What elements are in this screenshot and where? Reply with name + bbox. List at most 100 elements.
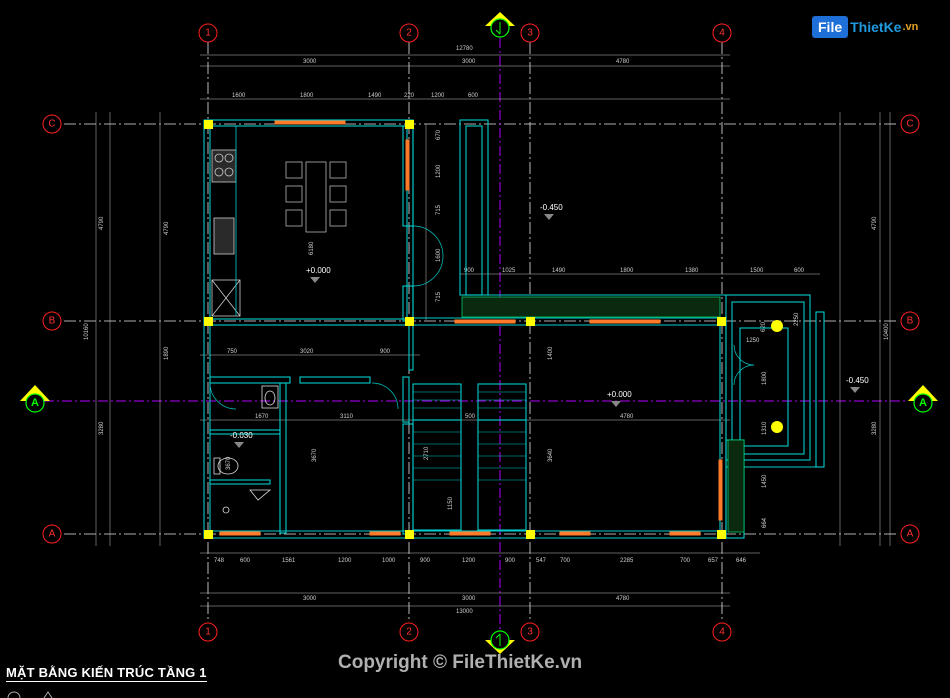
dim-top-axis: 3000 bbox=[303, 59, 317, 65]
dim-right-overall: 10400 bbox=[884, 323, 890, 340]
dim-left-part: 4790 bbox=[164, 221, 170, 235]
svg-text:A: A bbox=[919, 397, 927, 409]
level-label: +0.000 bbox=[306, 266, 331, 275]
drawing-title-text: MẶT BẰNG KIẾN TRÚC TẦNG 1 bbox=[6, 665, 207, 682]
dim-top-detail: 1490 bbox=[368, 93, 382, 99]
dim-bottom-detail: 657 bbox=[708, 558, 719, 564]
section-marker-right: A bbox=[908, 385, 938, 413]
dim-right-part: 3280 bbox=[872, 421, 878, 435]
dim-left-part: 1890 bbox=[164, 346, 170, 360]
dim-vertical: 3670 bbox=[312, 448, 318, 462]
section-lines bbox=[44, 38, 908, 640]
dim-mid-detail2: 4780 bbox=[620, 414, 634, 420]
axis-label-b: B bbox=[907, 316, 914, 327]
axis-label-2: 2 bbox=[406, 627, 412, 638]
axis-label-c: C bbox=[48, 119, 55, 130]
axis-label-2: 2 bbox=[406, 28, 412, 39]
level-label: -0.450 bbox=[846, 376, 869, 385]
dim-vertical: 2710 bbox=[424, 446, 430, 460]
axis-label-a: A bbox=[907, 529, 914, 540]
dim-top-detail: 600 bbox=[468, 93, 479, 99]
dim-left-part: 3280 bbox=[99, 421, 105, 435]
dim-vertical: 664 bbox=[762, 517, 768, 528]
axis-labels: 1 2 3 4 1 2 3 4 C B A C B A bbox=[48, 28, 913, 638]
dim-bottom-detail: 1000 bbox=[382, 558, 396, 564]
dim-top-axis: 3000 bbox=[462, 59, 476, 65]
level-label: -0.450 bbox=[540, 203, 563, 212]
porch-lamps bbox=[771, 320, 783, 433]
dim-left-part: 4790 bbox=[99, 216, 105, 230]
dimension-lines bbox=[95, 54, 891, 607]
level-label: +0.000 bbox=[607, 390, 632, 399]
axis-label-c: C bbox=[906, 119, 913, 130]
axis-label-1: 1 bbox=[205, 28, 211, 39]
dim-vertical: 1450 bbox=[762, 474, 768, 488]
dim-top-detail: 1600 bbox=[232, 93, 246, 99]
dim-vertical: 3640 bbox=[548, 448, 554, 462]
dim-bottom-detail: 646 bbox=[736, 558, 747, 564]
axis-label-a: A bbox=[49, 529, 56, 540]
dim-vertical: 715 bbox=[436, 204, 442, 215]
site-logo: File ThietKe .vn bbox=[812, 12, 918, 42]
kitchen-fixtures bbox=[211, 126, 241, 317]
axis-label-1: 1 bbox=[205, 627, 211, 638]
dim-right-detail: 1380 bbox=[685, 268, 699, 274]
section-marker-left: A bbox=[20, 385, 50, 413]
dim-top-axis: 4780 bbox=[616, 59, 630, 65]
dim-bottom-detail: 700 bbox=[680, 558, 691, 564]
section-marker-top bbox=[485, 12, 515, 38]
dining-table bbox=[285, 161, 347, 233]
columns bbox=[204, 120, 726, 539]
dim-bottom-axis: 3000 bbox=[462, 596, 476, 602]
planter-hatch bbox=[461, 296, 745, 533]
dim-bottom-axis: 3000 bbox=[303, 596, 317, 602]
windows bbox=[219, 120, 723, 536]
viewport-icon bbox=[7, 691, 21, 698]
drawing-title: MẶT BẰNG KIẾN TRÚC TẦNG 1 bbox=[6, 664, 207, 682]
dim-vertical: 1800 bbox=[762, 371, 768, 385]
dim-mid-detail2: 3110 bbox=[340, 414, 354, 420]
dim-vertical: 670 bbox=[436, 129, 442, 140]
stair-treads bbox=[413, 391, 526, 481]
axis-label-b: B bbox=[49, 316, 56, 327]
dim-bottom-detail: 748 bbox=[214, 558, 225, 564]
dim-vertical: 6180 bbox=[309, 241, 315, 255]
dim-vertical: 1200 bbox=[436, 164, 442, 178]
dim-bottom-overall: 13000 bbox=[456, 609, 473, 615]
cad-corner-icons bbox=[7, 691, 53, 698]
dim-vertical: 1250 bbox=[746, 338, 760, 344]
bathroom-fixtures bbox=[213, 385, 279, 514]
dim-vertical: 715 bbox=[436, 291, 442, 302]
dim-left-overall: 10160 bbox=[84, 323, 90, 340]
dim-vertical: 2250 bbox=[794, 312, 800, 326]
dim-mid-detail2: 1670 bbox=[255, 414, 269, 420]
dim-bottom-detail: 900 bbox=[505, 558, 516, 564]
dim-top-detail: 1200 bbox=[431, 93, 445, 99]
dim-top-overall: 12780 bbox=[456, 46, 473, 52]
dim-mid-detail: 750 bbox=[227, 349, 238, 355]
dim-right-detail: 1800 bbox=[620, 268, 634, 274]
floor-plan-drawing: 12780 3000 3000 4780 1600 1800 1490 220 … bbox=[20, 12, 938, 654]
dim-right-detail: 600 bbox=[794, 268, 805, 274]
copyright-watermark: Copyright © FileThietKe.vn bbox=[338, 652, 583, 673]
svg-text:A: A bbox=[31, 397, 39, 409]
logo-badge: File bbox=[812, 16, 849, 38]
dim-mid-detail2: 500 bbox=[465, 414, 476, 420]
axis-label-4: 4 bbox=[719, 627, 725, 638]
dim-vertical: 1400 bbox=[548, 346, 554, 360]
dim-right-detail: 1490 bbox=[552, 268, 566, 274]
dim-vertical: 1600 bbox=[436, 248, 442, 262]
dim-bottom-detail: 900 bbox=[420, 558, 431, 564]
dim-right-detail: 1025 bbox=[502, 268, 516, 274]
ucs-icon bbox=[43, 691, 53, 698]
level-label: -0.030 bbox=[230, 431, 253, 440]
section-markers: A A bbox=[20, 12, 938, 654]
dim-bottom-detail: 547 bbox=[536, 558, 547, 564]
dim-top-detail: 220 bbox=[404, 93, 415, 99]
dim-right-part: 4790 bbox=[872, 216, 878, 230]
dim-vertical: 1310 bbox=[762, 421, 768, 435]
axis-label-4: 4 bbox=[719, 28, 725, 39]
dim-top-detail: 1800 bbox=[300, 93, 314, 99]
dim-right-detail: 1500 bbox=[750, 268, 764, 274]
axis-label-3: 3 bbox=[527, 627, 533, 638]
